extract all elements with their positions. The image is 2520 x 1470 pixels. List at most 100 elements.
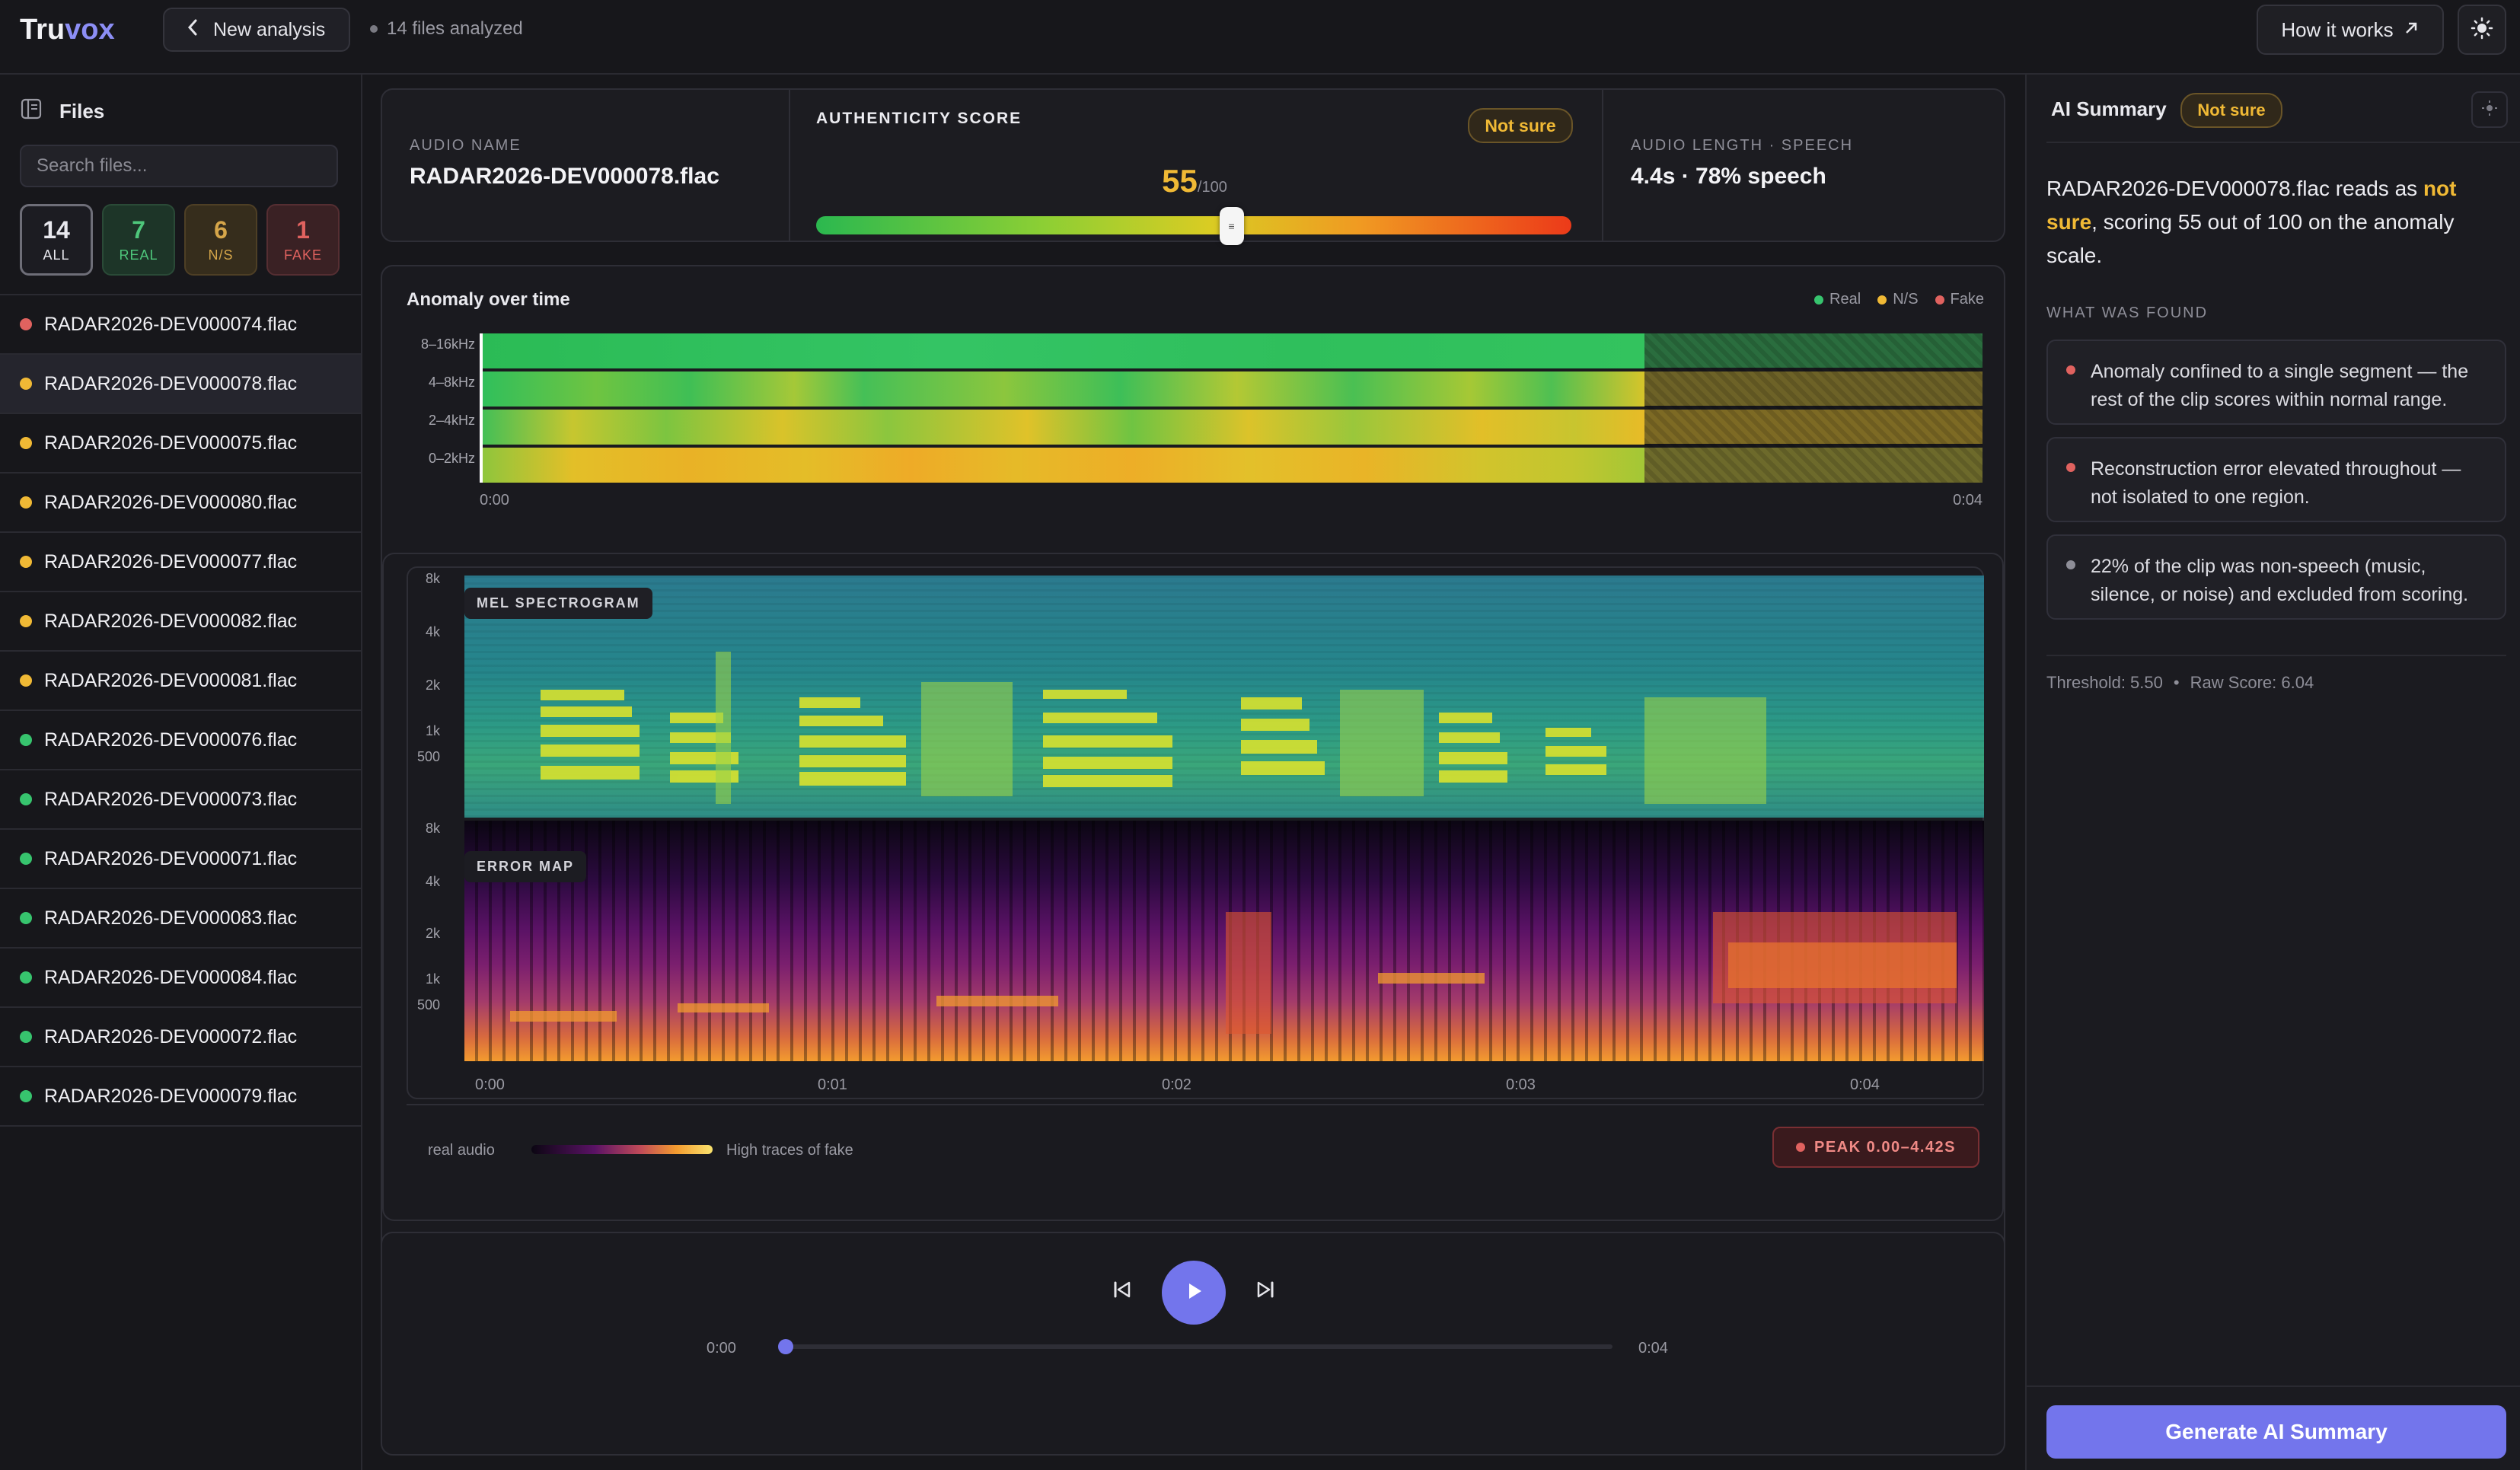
freq-tick: 4k	[425, 624, 440, 639]
legend-not-sure: N/S	[1877, 291, 1919, 308]
file-list-item[interactable]: RADAR2026-DEV000071.flac	[0, 830, 361, 889]
file-name: RADAR2026-DEV000075.flac	[44, 432, 298, 454]
skip-forward-icon	[1254, 1278, 1277, 1305]
file-name: RADAR2026-DEV000080.flac	[44, 491, 298, 513]
freq-tick: 500	[416, 749, 440, 764]
sidebar-toggle-icon[interactable]	[20, 97, 43, 126]
finding-item: Reconstruction error elevated throughout…	[2046, 437, 2506, 522]
freq-tick: 2k	[425, 926, 440, 941]
status-dot-icon	[20, 1090, 32, 1102]
seek-thumb[interactable]	[778, 1339, 793, 1354]
divider	[1602, 90, 1603, 241]
filter-chips: 14 ALL 7 REAL 6 N/S 1 FAKE	[20, 204, 340, 276]
analysis-card: Anomaly over time Real N/S Fake 8–16kHz …	[381, 265, 2005, 1308]
file-list-item[interactable]: RADAR2026-DEV000080.flac	[0, 474, 361, 533]
file-list-item[interactable]: RADAR2026-DEV000081.flac	[0, 652, 361, 711]
new-analysis-button[interactable]: New analysis	[163, 8, 350, 52]
skip-forward-button[interactable]	[1250, 1276, 1281, 1306]
chip-label: FAKE	[283, 247, 323, 263]
skip-back-button[interactable]	[1107, 1276, 1137, 1306]
main-panel: AUDIO NAME RADAR2026-DEV000078.flac AUTH…	[364, 75, 2024, 1470]
stats-card: AUDIO NAME RADAR2026-DEV000078.flac AUTH…	[381, 88, 2005, 245]
file-list-item[interactable]: RADAR2026-DEV000075.flac	[0, 414, 361, 474]
chip-count: 6	[214, 216, 228, 244]
logo-text: Tru	[20, 14, 65, 46]
file-list-item[interactable]: RADAR2026-DEV000076.flac	[0, 711, 361, 770]
status-dot-icon	[20, 971, 32, 984]
search-files-input[interactable]	[20, 145, 338, 187]
divider	[2046, 142, 2520, 143]
file-list-item[interactable]: RADAR2026-DEV000072.flac	[0, 1008, 361, 1067]
generate-ai-summary-button[interactable]: Generate AI Summary	[2046, 1405, 2506, 1459]
finding-item: Anomaly confined to a single segment — t…	[2046, 340, 2506, 425]
status-dot-icon	[20, 853, 32, 865]
file-name: RADAR2026-DEV000077.flac	[44, 550, 298, 572]
how-it-works-button[interactable]: How it works	[2257, 5, 2444, 55]
error-map: ERROR MAP	[464, 821, 1984, 1061]
status-dot-icon	[20, 674, 32, 687]
heatmap-band	[480, 410, 1644, 445]
file-list-item[interactable]: RADAR2026-DEV000077.flac	[0, 533, 361, 592]
freq-tick: 1k	[425, 971, 440, 987]
legend-dot-icon	[1877, 295, 1887, 305]
finding-text: 22% of the clip was non-speech (music, s…	[2091, 556, 2469, 605]
play-button[interactable]	[1162, 1261, 1226, 1325]
ai-summary-title: AI Summary	[2051, 97, 2167, 120]
anomaly-title: Anomaly over time	[407, 289, 570, 310]
what-was-found-label: WHAT WAS FOUND	[2046, 305, 2209, 321]
ai-summary-panel: AI Summary Not sure RADAR2026-DEV000078.…	[2025, 75, 2520, 1470]
file-name: RADAR2026-DEV000073.flac	[44, 788, 298, 810]
file-list: RADAR2026-DEV000074.flac RADAR2026-DEV000…	[0, 294, 361, 1127]
legend-dot-icon	[1935, 295, 1944, 305]
file-list-item[interactable]: RADAR2026-DEV000073.flac	[0, 770, 361, 830]
freq-tick: 2k	[425, 678, 440, 693]
chip-label: ALL	[43, 247, 70, 263]
status-dot-icon	[20, 615, 32, 627]
score-readout: 55/100	[790, 163, 1599, 199]
sparkle-icon	[2481, 100, 2498, 120]
summary-settings-button[interactable]	[2471, 91, 2508, 128]
chip-count: 7	[132, 216, 145, 244]
non-speech-region	[1644, 333, 1983, 483]
legend-real: Real	[1814, 291, 1861, 308]
file-list-item[interactable]: RADAR2026-DEV000084.flac	[0, 949, 361, 1008]
band-label: 2–4kHz	[428, 413, 475, 428]
logo[interactable]: Truvox	[20, 14, 115, 46]
sidebar-title: Files	[59, 100, 105, 123]
status-dot-icon	[20, 496, 32, 509]
peak-text: PEAK 0.00–4.42S	[1814, 1138, 1956, 1156]
finding-item: 22% of the clip was non-speech (music, s…	[2046, 534, 2506, 620]
finding-text: Reconstruction error elevated throughout…	[2091, 458, 2461, 508]
files-analyzed-text: 14 files analyzed	[387, 18, 523, 39]
audio-name-value: RADAR2026-DEV000078.flac	[410, 164, 719, 189]
anomaly-legend: Real N/S Fake	[1814, 291, 1984, 308]
status-dot-icon	[20, 556, 32, 568]
chip-label: N/S	[208, 247, 234, 263]
status-badge: Not sure	[2180, 93, 2282, 128]
divider	[407, 1104, 1984, 1105]
authenticity-score-label: AUTHENTICITY SCORE	[816, 110, 1022, 127]
time-tick: 0:02	[1162, 1076, 1191, 1093]
file-list-item[interactable]: RADAR2026-DEV000078.flac	[0, 355, 361, 414]
external-link-icon	[2403, 18, 2420, 42]
file-list-item[interactable]: RADAR2026-DEV000079.flac	[0, 1067, 361, 1127]
grip-icon: ≡	[1228, 220, 1235, 232]
theme-toggle-button[interactable]	[2458, 5, 2506, 55]
scale-legend-right: High traces of fake	[726, 1142, 853, 1159]
filter-chip-not-sure[interactable]: 6 N/S	[184, 204, 257, 276]
file-list-item[interactable]: RADAR2026-DEV000083.flac	[0, 889, 361, 949]
file-name: RADAR2026-DEV000083.flac	[44, 907, 298, 929]
file-list-item[interactable]: RADAR2026-DEV000074.flac	[0, 295, 361, 355]
freq-tick: 1k	[425, 723, 440, 738]
file-list-item[interactable]: RADAR2026-DEV000082.flac	[0, 592, 361, 652]
audio-length-block: AUDIO LENGTH · SPEECH 4.4s · 78% speech	[1631, 137, 1853, 190]
filter-chip-all[interactable]: 14 ALL	[20, 204, 93, 276]
finding-dot-icon	[2066, 560, 2075, 569]
heatmap-band	[480, 371, 1644, 407]
legend-label: Real	[1829, 291, 1861, 308]
filter-chip-fake[interactable]: 1 FAKE	[266, 204, 340, 276]
time-tick: 0:00	[475, 1076, 505, 1093]
seek-bar[interactable]	[778, 1339, 1612, 1354]
file-name: RADAR2026-DEV000071.flac	[44, 847, 298, 869]
filter-chip-real[interactable]: 7 REAL	[102, 204, 175, 276]
